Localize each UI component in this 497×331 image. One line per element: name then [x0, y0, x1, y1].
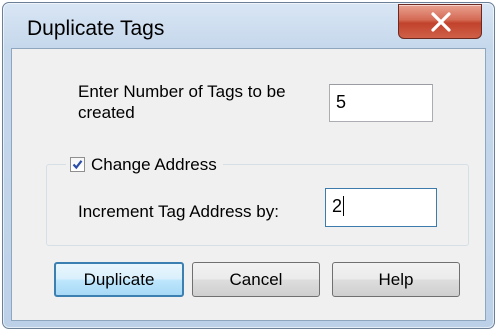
increment-address-label: Increment Tag Address by:	[78, 202, 279, 221]
increment-address-value: 2	[332, 196, 343, 216]
duplicate-button[interactable]: Duplicate	[54, 262, 184, 297]
change-address-header: Change Address	[66, 152, 223, 176]
change-address-label[interactable]: Change Address	[91, 154, 217, 175]
tags-count-input[interactable]: 5	[329, 84, 433, 122]
dialog-client-area: Enter Number of Tags to be created 5 Cha…	[11, 48, 486, 321]
dialog-title: Duplicate Tags	[27, 17, 165, 40]
close-x-icon	[431, 12, 451, 32]
duplicate-tags-dialog: Duplicate Tags Enter Number of Tags to b…	[2, 2, 495, 329]
text-caret	[343, 196, 345, 216]
tags-count-label: Enter Number of Tags to be created	[78, 82, 286, 122]
close-button[interactable]	[398, 4, 482, 39]
change-address-checkbox[interactable]	[70, 156, 85, 172]
increment-address-input[interactable]: 2	[325, 188, 437, 227]
cancel-button[interactable]: Cancel	[192, 262, 320, 297]
help-button[interactable]: Help	[332, 262, 460, 297]
check-mark-icon	[72, 159, 83, 169]
